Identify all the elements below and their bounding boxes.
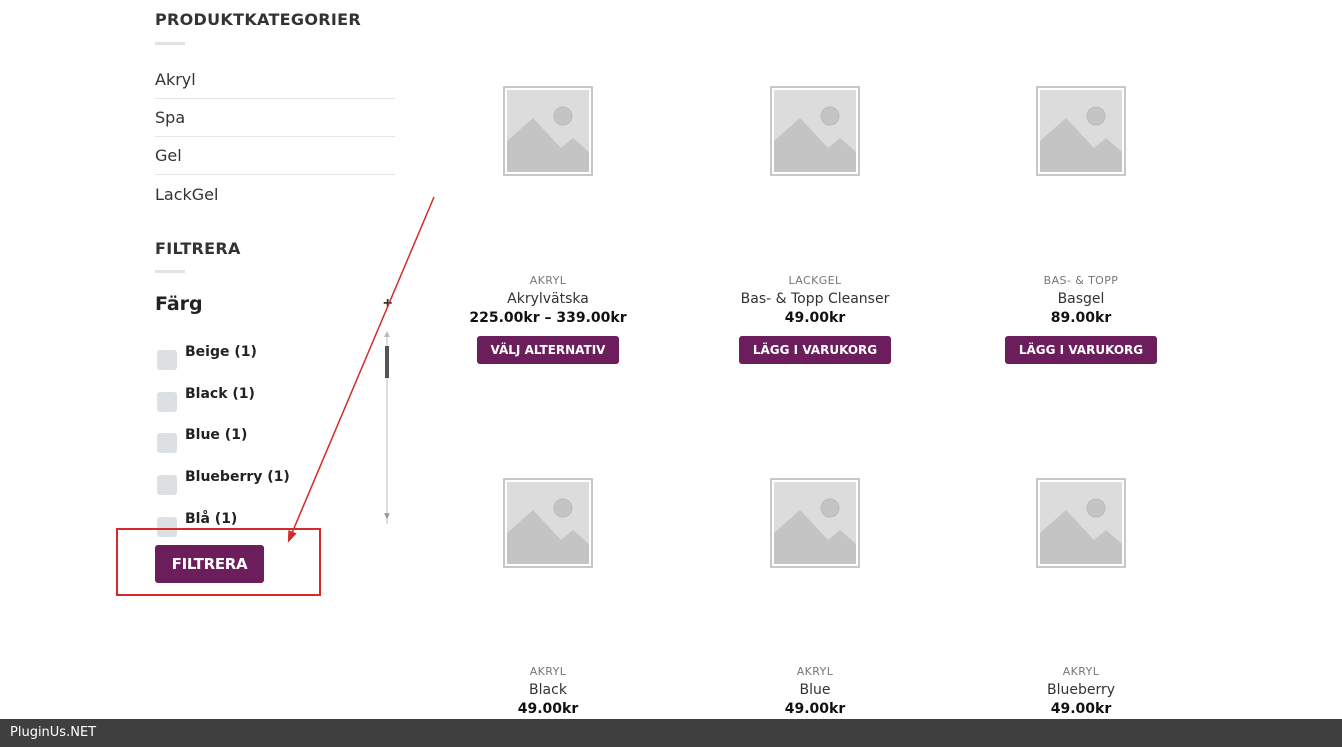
product-name[interactable]: Basgel	[951, 291, 1211, 307]
product-category[interactable]: BAS- & TOPP	[951, 274, 1211, 287]
scrollbar-thumb[interactable]	[385, 346, 389, 378]
watermark-text: PluginUs.NET	[10, 725, 97, 740]
color-option-label: Blue (1)	[185, 427, 248, 444]
color-option-label: Beige (1)	[185, 343, 257, 360]
product-category[interactable]: LACKGEL	[685, 274, 945, 287]
image-placeholder-icon[interactable]	[503, 478, 593, 568]
product-card: AKRYL Blue 49.00kr	[685, 478, 945, 717]
category-list: Akryl Spa Gel LackGel	[155, 61, 395, 213]
add-to-cart-button[interactable]: LÄGG I VARUKORG	[1004, 336, 1158, 364]
color-option-blue[interactable]: Blue (1)	[157, 416, 290, 458]
scroll-down-icon[interactable]: ▼	[381, 512, 393, 524]
product-name[interactable]: Bas- & Topp Cleanser	[685, 291, 945, 307]
color-option-label: Black (1)	[185, 385, 255, 402]
select-options-button[interactable]: VÄLJ ALTERNATIV	[476, 336, 620, 364]
scroll-up-icon[interactable]: ▲	[381, 330, 393, 342]
title-separator	[155, 42, 185, 45]
product-price: 225.00kr – 339.00kr	[469, 310, 627, 326]
color-option-blueberry[interactable]: Blueberry (1)	[157, 458, 290, 500]
category-item-lackgel[interactable]: LackGel	[155, 175, 395, 213]
product-card: LACKGEL Bas- & Topp Cleanser 49.00kr LÄG…	[685, 86, 945, 364]
checkbox[interactable]	[157, 433, 177, 454]
watermark-bar: PluginUs.NET	[0, 719, 1342, 747]
color-option-beige[interactable]: Beige (1)	[157, 333, 290, 375]
product-card: AKRYL Akrylvätska 225.00kr – 339.00kr VÄ…	[418, 86, 678, 364]
category-item-spa[interactable]: Spa	[155, 99, 395, 137]
image-placeholder-icon[interactable]	[770, 478, 860, 568]
color-filter-list: Beige (1) Black (1) Blue (1) Blueberry (…	[157, 333, 290, 541]
product-category[interactable]: AKRYL	[418, 274, 678, 287]
image-placeholder-icon[interactable]	[1036, 86, 1126, 176]
product-price: 49.00kr	[784, 310, 846, 326]
color-option-black[interactable]: Black (1)	[157, 375, 290, 417]
product-name[interactable]: Blueberry	[951, 682, 1211, 698]
category-item-akryl[interactable]: Akryl	[155, 61, 395, 99]
image-placeholder-icon[interactable]	[503, 86, 593, 176]
product-price: 89.00kr	[1050, 310, 1112, 326]
product-name[interactable]: Blue	[685, 682, 945, 698]
product-name[interactable]: Akrylvätska	[418, 291, 678, 307]
product-card: AKRYL Blueberry 49.00kr	[951, 478, 1211, 717]
color-option-label: Blå (1)	[185, 510, 238, 527]
product-category[interactable]: AKRYL	[418, 665, 678, 678]
checkbox[interactable]	[157, 474, 177, 495]
image-placeholder-icon[interactable]	[1036, 478, 1126, 568]
plus-icon[interactable]: +	[383, 295, 392, 313]
product-card: AKRYL Black 49.00kr	[418, 478, 678, 717]
image-placeholder-icon[interactable]	[770, 86, 860, 176]
category-item-gel[interactable]: Gel	[155, 137, 395, 175]
product-price: 49.00kr	[517, 701, 579, 717]
product-name[interactable]: Black	[418, 682, 678, 698]
filter-button[interactable]: FILTRERA	[155, 545, 264, 583]
product-price: 49.00kr	[784, 701, 846, 717]
color-filter-title: Färg	[155, 293, 203, 315]
checkbox[interactable]	[157, 349, 177, 370]
checkbox[interactable]	[157, 391, 177, 412]
product-category[interactable]: AKRYL	[951, 665, 1211, 678]
product-card: BAS- & TOPP Basgel 89.00kr LÄGG I VARUKO…	[951, 86, 1211, 364]
product-price: 49.00kr	[1050, 701, 1112, 717]
add-to-cart-button[interactable]: LÄGG I VARUKORG	[738, 336, 892, 364]
product-category[interactable]: AKRYL	[685, 665, 945, 678]
color-option-label: Blueberry (1)	[185, 468, 290, 485]
filter-title: FILTRERA	[155, 239, 241, 258]
title-separator	[155, 270, 185, 273]
categories-title: PRODUKTKATEGORIER	[155, 10, 361, 29]
